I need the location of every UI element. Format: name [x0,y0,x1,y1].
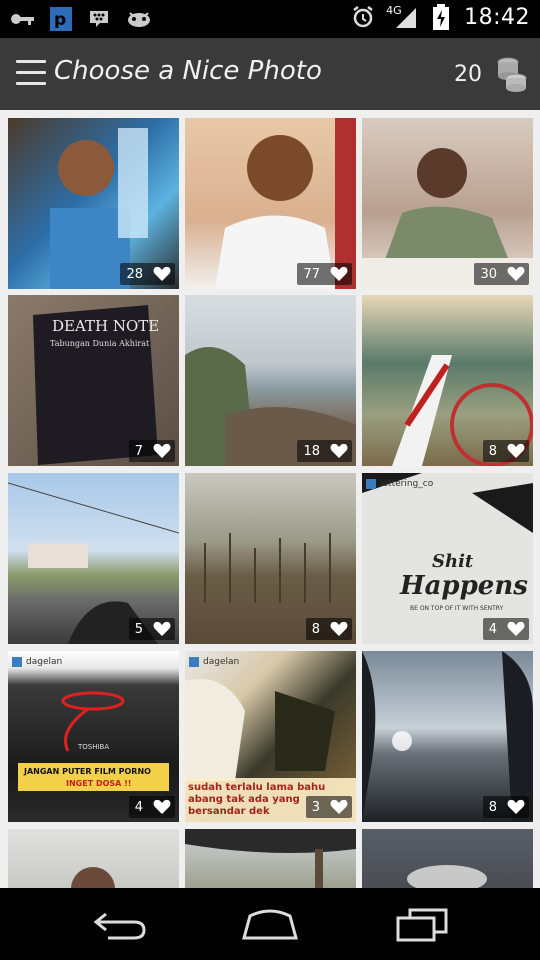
repost-tag: dagelan [189,655,239,669]
like-badge[interactable]: 77 [297,263,352,285]
laptop-brand: TOSHIBA [78,743,110,751]
photo-tile[interactable]: 5 [8,473,179,644]
photo-tile[interactable]: 8 [362,651,533,822]
like-badge[interactable]: 7 [128,440,175,462]
signal-icon: 4G [386,4,418,30]
poster-subtitle: BE ON TOP OF IT WITH SENTRY [410,605,504,612]
poster-line2: Happens [400,571,528,601]
photo-tile[interactable]: 8 [185,473,356,644]
heart-icon [507,443,525,458]
key-icon [10,6,36,32]
clock: 18:42 [464,4,530,30]
heart-icon [153,266,171,281]
like-count: 8 [488,799,497,815]
repost-user: dagelan [26,657,63,667]
page-title: Choose a Nice Photo [54,56,322,86]
battery-charging-icon [428,4,454,30]
game-icon [126,6,152,32]
photo-tile[interactable] [185,829,356,888]
photo-tile[interactable]: TOSHIBA JANGAN PUTER FILM PORNO INGET DO… [8,651,179,822]
like-count: 3 [311,799,320,815]
status-bar: p 4G 18:42 [0,0,540,38]
photo-tile[interactable]: 28 [8,118,179,289]
photo-tile[interactable] [8,829,179,888]
like-count: 18 [303,443,320,459]
coin-count: 20 [454,62,482,87]
laptop-message-line2: INGET DOSA !! [66,779,132,788]
back-button[interactable] [90,906,150,942]
photo-tile[interactable] [362,829,533,888]
svg-text:p: p [54,10,66,28]
heart-icon [330,621,348,636]
photo-tile[interactable]: 30 [362,118,533,289]
laptop-message-line1: JANGAN PUTER FILM PORNO [24,767,151,776]
like-badge[interactable]: 4 [482,618,529,640]
note-title: DEATH NOTE [52,317,160,335]
photo-thumbnail [8,829,179,888]
photo-thumbnail [185,829,356,888]
like-count: 30 [480,266,497,282]
repost-tag: dagelan [12,655,62,669]
app-bar: Choose a Nice Photo 20 [0,38,540,111]
photo-tile[interactable]: 18 [185,295,356,466]
like-count: 4 [134,799,143,815]
repost-icon [366,479,376,489]
repost-user: dagelan [203,657,240,667]
heart-icon [507,266,525,281]
photo-tile[interactable]: 8 [362,295,533,466]
photo-tile[interactable]: dagelan sudah terlalu lama bahu abang ta… [185,651,356,822]
photo-thumbnail [362,829,533,888]
repost-user: lettering_co [380,479,434,489]
repost-icon [189,657,199,667]
like-badge[interactable]: 30 [474,263,529,285]
pandora-icon: p [50,7,72,31]
like-badge[interactable]: 3 [305,796,352,818]
photo-tile[interactable]: DEATH NOTE Tabungan Dunia Akhirat 7 [8,295,179,466]
heart-icon [507,799,525,814]
photo-tile[interactable]: Shit Happens BE ON TOP OF IT WITH SENTRY… [362,473,533,644]
heart-icon [330,266,348,281]
heart-icon [330,443,348,458]
heart-icon [153,799,171,814]
repost-icon [12,657,22,667]
alarm-icon [350,4,376,30]
like-count: 8 [488,443,497,459]
like-badge[interactable]: 28 [120,263,175,285]
like-badge[interactable]: 8 [305,618,352,640]
bbm-icon [86,6,112,32]
like-badge[interactable]: 18 [297,440,352,462]
photo-grid: 28 77 30 DEATH NOTE Tabungan Dunia Akhir… [0,110,540,888]
heart-icon [507,621,525,636]
recent-apps-button[interactable] [392,906,452,942]
menu-icon[interactable] [16,60,46,88]
like-count: 77 [303,266,320,282]
heart-icon [153,621,171,636]
repost-tag: lettering_co [366,477,433,491]
like-badge[interactable]: 4 [128,796,175,818]
like-badge[interactable]: 5 [128,618,175,640]
like-count: 28 [126,266,143,282]
like-count: 7 [134,443,143,459]
like-badge[interactable]: 8 [482,796,529,818]
heart-icon [153,443,171,458]
note-subtitle: Tabungan Dunia Akhirat [50,339,150,348]
navigation-bar [0,888,540,960]
like-badge[interactable]: 8 [482,440,529,462]
heart-icon [330,799,348,814]
like-count: 5 [134,621,143,637]
coins-icon[interactable] [494,54,528,94]
poster-line1: Shit [432,551,474,572]
like-count: 4 [488,621,497,637]
like-count: 8 [311,621,320,637]
home-button[interactable] [240,906,300,942]
photo-tile[interactable]: 77 [185,118,356,289]
